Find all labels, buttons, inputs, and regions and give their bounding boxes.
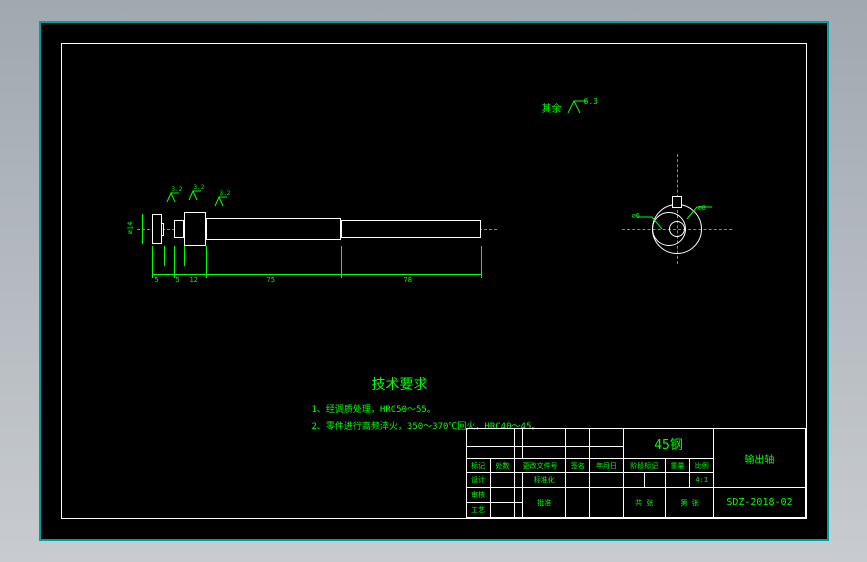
dim-seg5: 78: [404, 276, 412, 284]
shaft-seg-3: [184, 212, 206, 246]
surface-finish-value: 6.3: [584, 97, 598, 106]
keyway: [672, 196, 682, 208]
material-cell: 45钢: [623, 429, 714, 459]
shaft-seg-4: [206, 218, 341, 240]
dim-seg4: 75: [267, 276, 275, 284]
part-name-cell: 输出轴: [714, 429, 805, 488]
dim-seg2: 5: [176, 276, 180, 284]
main-drawing: 3.2 3.2 3.2 ⌀14 5 5 12: [152, 174, 752, 314]
dim-seg3: 12: [190, 276, 198, 284]
dim-ext-left: [142, 214, 143, 244]
hdr-sheet: 共 张: [623, 488, 665, 518]
hdr-weight: 重量: [665, 458, 689, 473]
surface-mark-2: 3.2: [188, 190, 202, 204]
hdr-zone: 处数: [490, 458, 514, 473]
shaft-seg-2: [174, 220, 184, 238]
hdr-stdcheck: 标准化: [523, 473, 566, 488]
hdr-process: 工艺: [466, 503, 490, 518]
hdr-mark: 标记: [466, 458, 490, 473]
surface-label: 其余: [542, 100, 562, 115]
dim-diameter-left: ⌀14: [126, 222, 134, 235]
leader-left-icon: [637, 214, 667, 234]
hdr-sheet2: 第 张: [665, 488, 714, 518]
shaft-seg-5: [341, 220, 481, 238]
cad-viewport[interactable]: 其余 6.3 3.2: [39, 21, 829, 541]
shaft-seg-1: [152, 214, 162, 244]
tech-req-title: 技术要求: [372, 374, 541, 394]
hdr-rev: 更改文件号: [515, 458, 566, 473]
tech-req-line1: 1、经调质处理，HRC50～55。: [312, 402, 541, 415]
hdr-check: 审核: [466, 488, 490, 503]
title-block-table: 45钢 输出轴 标记 处数 更改文件号 签名 年月日 阶段标记 重量 比例: [466, 428, 806, 518]
technical-requirements: 技术要求 1、经调质处理，HRC50～55。 2、零件进行高频淬火，350～37…: [312, 374, 541, 436]
surface-mark-1: 3.2: [166, 192, 180, 206]
dim-seg1: 5: [155, 276, 159, 284]
hdr-scale: 比例: [690, 458, 714, 473]
hdr-stage: 阶段标记: [623, 458, 665, 473]
drawing-no-cell: SDZ-2018-02: [714, 488, 805, 518]
hdr-sig: 签名: [566, 458, 590, 473]
surface-mark-3: 3.2: [214, 196, 228, 210]
scale-value: 4:1: [690, 473, 714, 488]
hdr-approve: 批准: [523, 488, 566, 518]
leader-right-icon: [682, 204, 712, 224]
hdr-design: 设计: [466, 473, 490, 488]
dim-baseline: [152, 274, 481, 275]
drawing-border: 其余 6.3 3.2: [61, 43, 807, 519]
hdr-date: 年月日: [590, 458, 623, 473]
title-block: 45钢 输出轴 标记 处数 更改文件号 签名 年月日 阶段标记 重量 比例: [466, 428, 806, 518]
general-surface-finish: 其余 6.3: [542, 99, 608, 115]
